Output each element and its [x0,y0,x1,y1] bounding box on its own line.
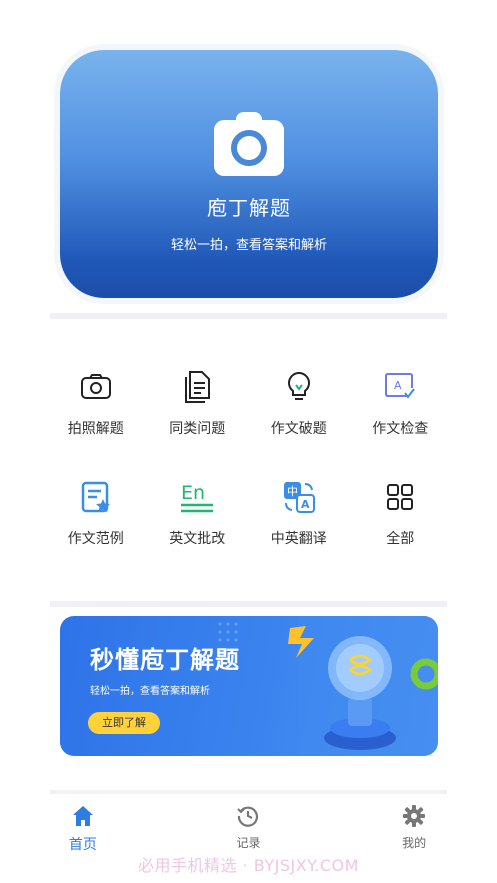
tool-label: 作文破题 [270,421,327,437]
document-star-icon [79,480,113,514]
section-divider [50,790,447,794]
banner-subtitle: 轻松一拍，查看答案和解析 [90,686,210,697]
tool-essay-idea[interactable]: 作文破题 [248,370,350,438]
tool-similar-questions[interactable]: 同类问题 [147,370,249,438]
tool-label: 全部 [386,531,415,547]
promo-banner[interactable]: 秒懂庖丁解题 轻松一拍，查看答案和解析 立即了解 [60,616,438,756]
tool-essay-check[interactable]: A 作文检查 [350,370,452,438]
camera-icon [214,112,284,176]
tab-home[interactable]: 首页 [23,796,143,854]
tool-label: 英文批改 [169,531,226,547]
lightbulb-icon [282,370,316,404]
tool-photo-solve[interactable]: 拍照解题 [45,370,147,438]
documents-icon [180,370,214,404]
tool-label: 同类问题 [169,421,226,437]
grid-icon [383,480,417,514]
camera-icon [79,370,113,404]
hero-title: 庖丁解题 [207,196,291,220]
tool-label: 中英翻译 [270,531,327,547]
svg-text:En: En [181,482,205,504]
tab-history[interactable]: 记录 [188,796,308,851]
tool-label: 作文检查 [372,421,429,437]
tab-mine[interactable]: 我的 [354,796,474,851]
watermark-text: 必用手机精选 · BYJSJXY.COM [138,856,359,875]
tool-label: 拍照解题 [67,421,124,437]
text-check-icon: A [383,370,417,404]
tab-label: 首页 [68,837,97,853]
section-divider [50,601,447,607]
tool-label: 作文范例 [67,531,124,547]
english-en-icon: En [180,480,214,514]
history-icon [236,804,260,828]
section-divider [50,313,447,319]
banner-title: 秒懂庖丁解题 [90,646,240,674]
photo-solve-card[interactable]: 庖丁解题 轻松一拍，查看答案和解析 [60,50,438,298]
learn-more-button[interactable]: 立即了解 [88,712,160,734]
settings-icon [402,804,426,828]
tab-label: 记录 [236,836,261,850]
translate-icon: 中 A [282,480,316,514]
tool-all[interactable]: 全部 [350,480,452,548]
tool-english-correction[interactable]: En 英文批改 [147,480,249,548]
svg-text:A: A [394,379,402,392]
tool-essay-examples[interactable]: 作文范例 [45,480,147,548]
tools-grid: 拍照解题 同类问题 作文破题 A 作文检查 作文范例 En 英文批改 中 A 中… [45,370,451,548]
home-icon [71,804,95,828]
bottom-tab-bar: 首页 记录 我的 [0,796,497,856]
tab-label: 我的 [402,836,427,850]
svg-text:A: A [301,498,310,511]
tool-translate[interactable]: 中 A 中英翻译 [248,480,350,548]
hero-subtitle: 轻松一拍，查看答案和解析 [170,238,327,253]
